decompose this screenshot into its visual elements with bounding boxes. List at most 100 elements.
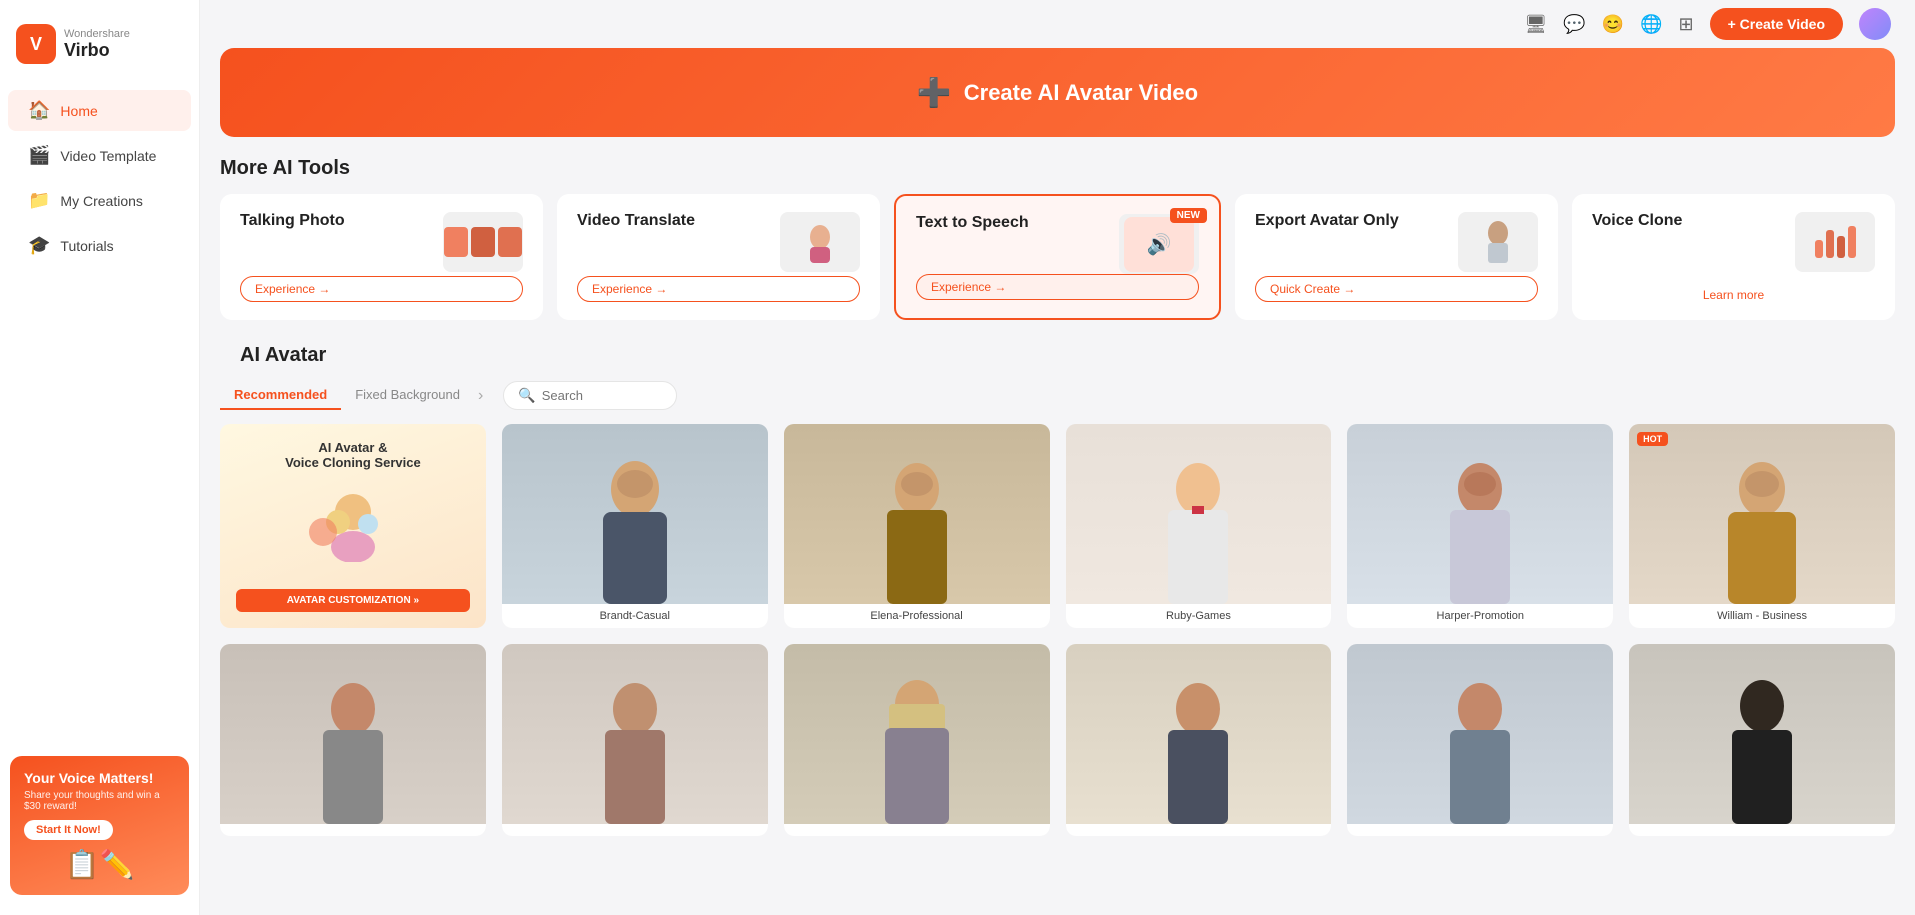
avatar-card-harper[interactable]: Harper-Promotion <box>1347 424 1613 628</box>
avatar-card-brandt[interactable]: Brandt-Casual <box>502 424 768 628</box>
text-to-speech-experience-button[interactable]: Experience → <box>916 274 1199 300</box>
william-image: HOT <box>1629 424 1895 604</box>
hot-badge: HOT <box>1637 432 1668 446</box>
text-to-speech-preview: 🔊 <box>1119 214 1199 274</box>
elena-label: Elena-Professional <box>784 604 1050 628</box>
sidebar-label-home: Home <box>60 103 97 119</box>
avatar-tabs: Recommended Fixed Background › <box>220 381 487 410</box>
sidebar-label-tutorials: Tutorials <box>60 238 113 254</box>
sidebar-label-video-template: Video Template <box>60 148 156 164</box>
promo-card: Your Voice Matters! Share your thoughts … <box>10 756 189 895</box>
search-icon: 🔍 <box>518 387 535 404</box>
avatar-promo-image <box>236 482 470 562</box>
talking-photo-experience-button[interactable]: Experience → <box>240 276 523 302</box>
promo-start-button[interactable]: Start It Now! <box>24 820 113 840</box>
avatar-card-william[interactable]: HOT William - Business <box>1629 424 1895 628</box>
promo-image: 📋✏️ <box>24 848 175 881</box>
user-avatar[interactable] <box>1859 8 1891 40</box>
voice-clone-preview <box>1795 212 1875 272</box>
talking-photo-title: Talking Photo <box>240 212 345 230</box>
my-creations-icon: 📁 <box>28 190 50 211</box>
promo-description: Share your thoughts and win a $30 reward… <box>24 790 175 812</box>
avatar-grid-row1: AI Avatar &Voice Cloning Service AVATAR … <box>220 424 1895 628</box>
tool-card-video-translate[interactable]: Video Translate Experience → <box>557 194 880 320</box>
monitor-icon[interactable]: 🖥 <box>1524 14 1547 35</box>
tutorials-icon: 🎓 <box>28 235 50 256</box>
hero-icon: ➕ <box>917 76 952 109</box>
harper-image <box>1347 424 1613 604</box>
promo-title: Your Voice Matters! <box>24 770 175 786</box>
logo: V Wondershare Virbo <box>0 16 199 88</box>
tool-card-talking-photo[interactable]: Talking Photo Experience → <box>220 194 543 320</box>
avatar-search-box[interactable]: 🔍 <box>503 381 676 410</box>
talking-photo-preview <box>443 212 523 272</box>
hero-text: Create AI Avatar Video <box>964 80 1198 106</box>
ai-tools-section-title: More AI Tools <box>200 157 1915 180</box>
sidebar: V Wondershare Virbo 🏠 Home 🎬 Video Templ… <box>0 0 200 915</box>
avatar-card-row2-4[interactable] <box>1066 644 1332 836</box>
tabs-chevron-right-icon[interactable]: › <box>474 387 487 405</box>
company-name: Wondershare <box>64 28 130 40</box>
text-to-speech-title: Text to Speech <box>916 214 1029 232</box>
avatar-row2-3-label <box>784 824 1050 836</box>
elena-image <box>784 424 1050 604</box>
avatar-card-ruby[interactable]: Ruby-Games <box>1066 424 1332 628</box>
video-translate-preview <box>780 212 860 272</box>
brandt-image <box>502 424 768 604</box>
product-name: Virbo <box>64 40 130 61</box>
emoji-icon[interactable]: 😊 <box>1602 14 1624 35</box>
avatar-card-row2-3[interactable] <box>784 644 1050 836</box>
tab-fixed-background[interactable]: Fixed Background <box>341 381 474 410</box>
sidebar-item-video-template[interactable]: 🎬 Video Template <box>8 135 191 176</box>
sidebar-item-home[interactable]: 🏠 Home <box>8 90 191 131</box>
avatar-customization-button[interactable]: AVATAR CUSTOMIZATION » <box>236 589 470 612</box>
main-content: 🖥 💬 😊 🌐 ⊞ + Create Video ➕ Create AI Ava… <box>200 0 1915 915</box>
tool-card-voice-clone[interactable]: Voice Clone Learn more <box>1572 194 1895 320</box>
avatar-promo-title: AI Avatar &Voice Cloning Service <box>236 440 470 470</box>
avatar-grid-row2 <box>220 644 1895 836</box>
avatar-row2-4-label <box>1066 824 1332 836</box>
tab-recommended[interactable]: Recommended <box>220 381 341 410</box>
avatar-row2-6-label <box>1629 824 1895 836</box>
grid-icon[interactable]: ⊞ <box>1679 14 1694 35</box>
ai-tools-row: Talking Photo Experience → Video Transla… <box>200 194 1915 320</box>
sidebar-item-tutorials[interactable]: 🎓 Tutorials <box>8 225 191 266</box>
export-avatar-preview <box>1458 212 1538 272</box>
video-template-icon: 🎬 <box>28 145 50 166</box>
brandt-label: Brandt-Casual <box>502 604 768 628</box>
tool-card-export-avatar[interactable]: Export Avatar Only Quick Create → <box>1235 194 1558 320</box>
logo-icon: V <box>16 24 56 64</box>
harper-label: Harper-Promotion <box>1347 604 1613 628</box>
sidebar-item-my-creations[interactable]: 📁 My Creations <box>8 180 191 221</box>
new-badge: NEW <box>1170 208 1207 223</box>
avatar-row2-5-label <box>1347 824 1613 836</box>
ruby-label: Ruby-Games <box>1066 604 1332 628</box>
ruby-image <box>1066 424 1332 604</box>
avatar-card-elena[interactable]: Elena-Professional <box>784 424 1050 628</box>
chat-icon[interactable]: 💬 <box>1563 14 1585 35</box>
avatar-promo-card[interactable]: AI Avatar &Voice Cloning Service AVATAR … <box>220 424 486 628</box>
avatar-card-row2-5[interactable] <box>1347 644 1613 836</box>
avatar-card-row2-6[interactable] <box>1629 644 1895 836</box>
avatar-search-input[interactable] <box>542 388 662 403</box>
avatar-row2-2-label <box>502 824 768 836</box>
export-avatar-quick-create-button[interactable]: Quick Create → <box>1255 276 1538 302</box>
avatar-row2-1-label <box>220 824 486 836</box>
create-video-button[interactable]: + Create Video <box>1710 8 1843 40</box>
home-icon: 🏠 <box>28 100 50 121</box>
avatar-card-row2-2[interactable] <box>502 644 768 836</box>
william-label: William - Business <box>1629 604 1895 628</box>
topbar-icons: 🖥 💬 😊 🌐 ⊞ <box>1524 14 1693 35</box>
voice-clone-learn-more-button[interactable]: Learn more <box>1592 288 1875 302</box>
video-translate-experience-button[interactable]: Experience → <box>577 276 860 302</box>
topbar: 🖥 💬 😊 🌐 ⊞ + Create Video <box>200 0 1915 48</box>
globe-icon[interactable]: 🌐 <box>1640 14 1662 35</box>
export-avatar-title: Export Avatar Only <box>1255 212 1399 230</box>
avatar-card-row2-1[interactable] <box>220 644 486 836</box>
avatar-section: AI Avatar Recommended Fixed Background ›… <box>200 344 1915 836</box>
ai-avatar-title: AI Avatar <box>220 344 1895 367</box>
hero-banner[interactable]: ➕ Create AI Avatar Video <box>220 48 1895 137</box>
sidebar-label-my-creations: My Creations <box>60 193 142 209</box>
avatar-filter-row: Recommended Fixed Background › 🔍 <box>220 381 1895 410</box>
tool-card-text-to-speech[interactable]: NEW Text to Speech 🔊 Experience → <box>894 194 1221 320</box>
